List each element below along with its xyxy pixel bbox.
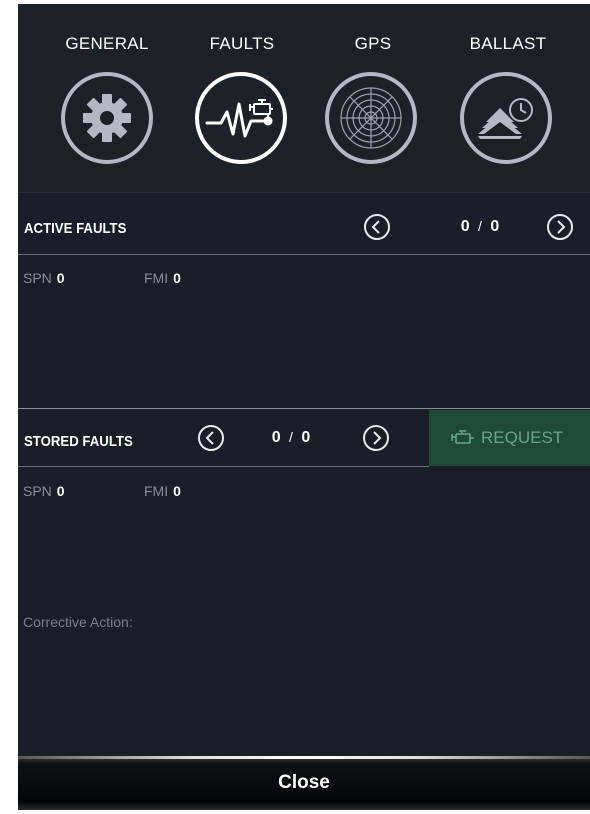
stored-spn-label: SPN [23,483,52,499]
tab-bar: GENERAL FAULTS GPS BALLAST [18,4,590,192]
active-fmi-label: FMI [144,270,169,286]
engine-icon [451,430,474,444]
stored-fmi-value: 0 [173,483,181,499]
tab-ballast[interactable]: BALLAST [448,34,568,164]
chevron-right-icon [373,431,382,445]
stored-next-button[interactable] [363,425,389,451]
stored-separator: / [289,429,293,445]
stored-faults-title: STORED FAULTS [24,433,133,450]
tabs-divider [18,192,590,193]
stored-fmi-label: FMI [144,483,169,499]
tab-gps-label: GPS [354,34,392,53]
active-total: 0 [490,218,500,235]
active-current: 0 [460,218,470,235]
stored-total: 0 [301,429,311,446]
stored-spn: SPN 0 [23,483,65,499]
tab-faults[interactable]: FAULTS [182,34,302,164]
radar-icon [325,72,417,164]
active-fmi: FMI 0 [144,270,181,286]
active-faults-title: ACTIVE FAULTS [24,220,127,237]
active-divider [18,254,590,255]
section-divider [18,408,590,409]
stored-spn-value: 0 [56,483,65,499]
active-fmi-value: 0 [173,270,181,286]
stored-current: 0 [271,429,281,446]
active-pager: 0 / 0 [440,218,520,236]
chevron-right-icon [557,220,566,234]
corrective-action-label: Corrective Action: [23,614,133,630]
stored-pager: 0 / 0 [251,429,331,447]
close-button[interactable]: Close [18,756,590,810]
stored-prev-button[interactable] [198,425,224,451]
active-next-button[interactable] [547,214,573,240]
request-label: REQUEST [481,428,564,447]
active-separator: / [478,218,482,234]
stored-fmi: FMI 0 [144,483,181,499]
active-spn: SPN 0 [23,270,65,286]
gear-icon [61,72,153,164]
tab-general[interactable]: GENERAL [47,34,167,164]
stored-divider [18,466,429,467]
tab-gps[interactable]: GPS [313,34,433,164]
active-spn-value: 0 [56,270,65,286]
engine-fault-icon [195,72,287,164]
active-spn-label: SPN [23,270,52,286]
close-bar-highlight [18,756,590,759]
ballast-timer-icon [460,72,552,164]
request-button[interactable]: REQUEST [429,410,590,466]
faults-panel: GENERAL FAULTS GPS BALLAST ACTIVE FAULTS… [18,4,590,810]
tab-faults-label: FAULTS [209,34,275,53]
chevron-left-icon [205,431,214,445]
tab-ballast-label: BALLAST [469,34,547,53]
active-prev-button[interactable] [364,214,390,240]
tab-general-label: GENERAL [65,34,149,53]
close-label: Close [278,772,330,793]
chevron-left-icon [371,220,380,234]
